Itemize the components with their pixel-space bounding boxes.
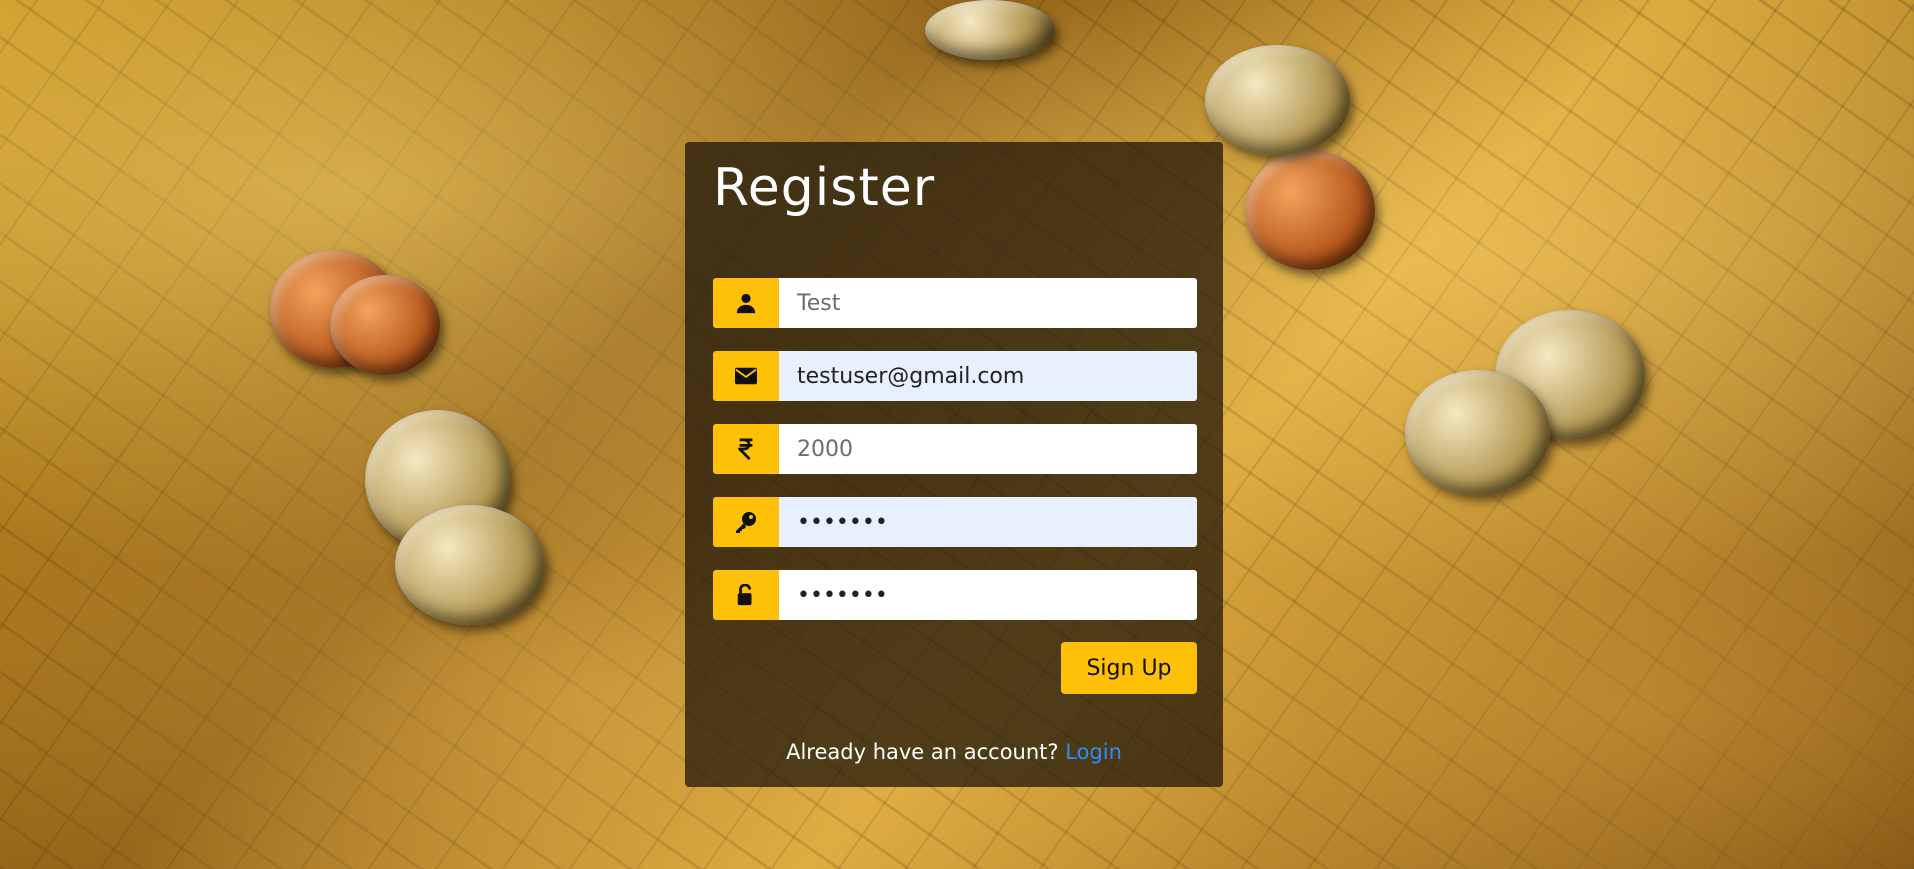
coin-decoration — [1245, 150, 1375, 270]
unlock-icon — [713, 570, 779, 620]
confirm-password-input[interactable] — [779, 570, 1197, 620]
key-icon — [713, 497, 779, 547]
password-input[interactable] — [779, 497, 1197, 547]
amount-input[interactable] — [779, 424, 1197, 474]
user-icon — [713, 278, 779, 328]
envelope-icon — [713, 351, 779, 401]
login-link[interactable]: Login — [1065, 740, 1122, 764]
email-field-group — [713, 351, 1197, 401]
coin-decoration — [1405, 370, 1550, 495]
page-title: Register — [713, 158, 936, 218]
email-input[interactable] — [779, 351, 1197, 401]
confirm-password-field-group — [713, 570, 1197, 620]
sign-up-button[interactable]: Sign Up — [1061, 642, 1197, 694]
login-prompt: Already have an account? Login — [685, 740, 1223, 764]
password-field-group — [713, 497, 1197, 547]
coin-decoration — [330, 275, 440, 375]
coin-decoration — [395, 505, 545, 625]
coin-decoration — [1205, 45, 1350, 155]
amount-field-group — [713, 424, 1197, 474]
register-panel: Register Sign Up Already have an account… — [685, 142, 1223, 787]
name-field-group — [713, 278, 1197, 328]
login-prompt-text: Already have an account? — [786, 740, 1059, 764]
name-input[interactable] — [779, 278, 1197, 328]
rupee-icon — [713, 424, 779, 474]
coin-decoration — [925, 0, 1055, 60]
